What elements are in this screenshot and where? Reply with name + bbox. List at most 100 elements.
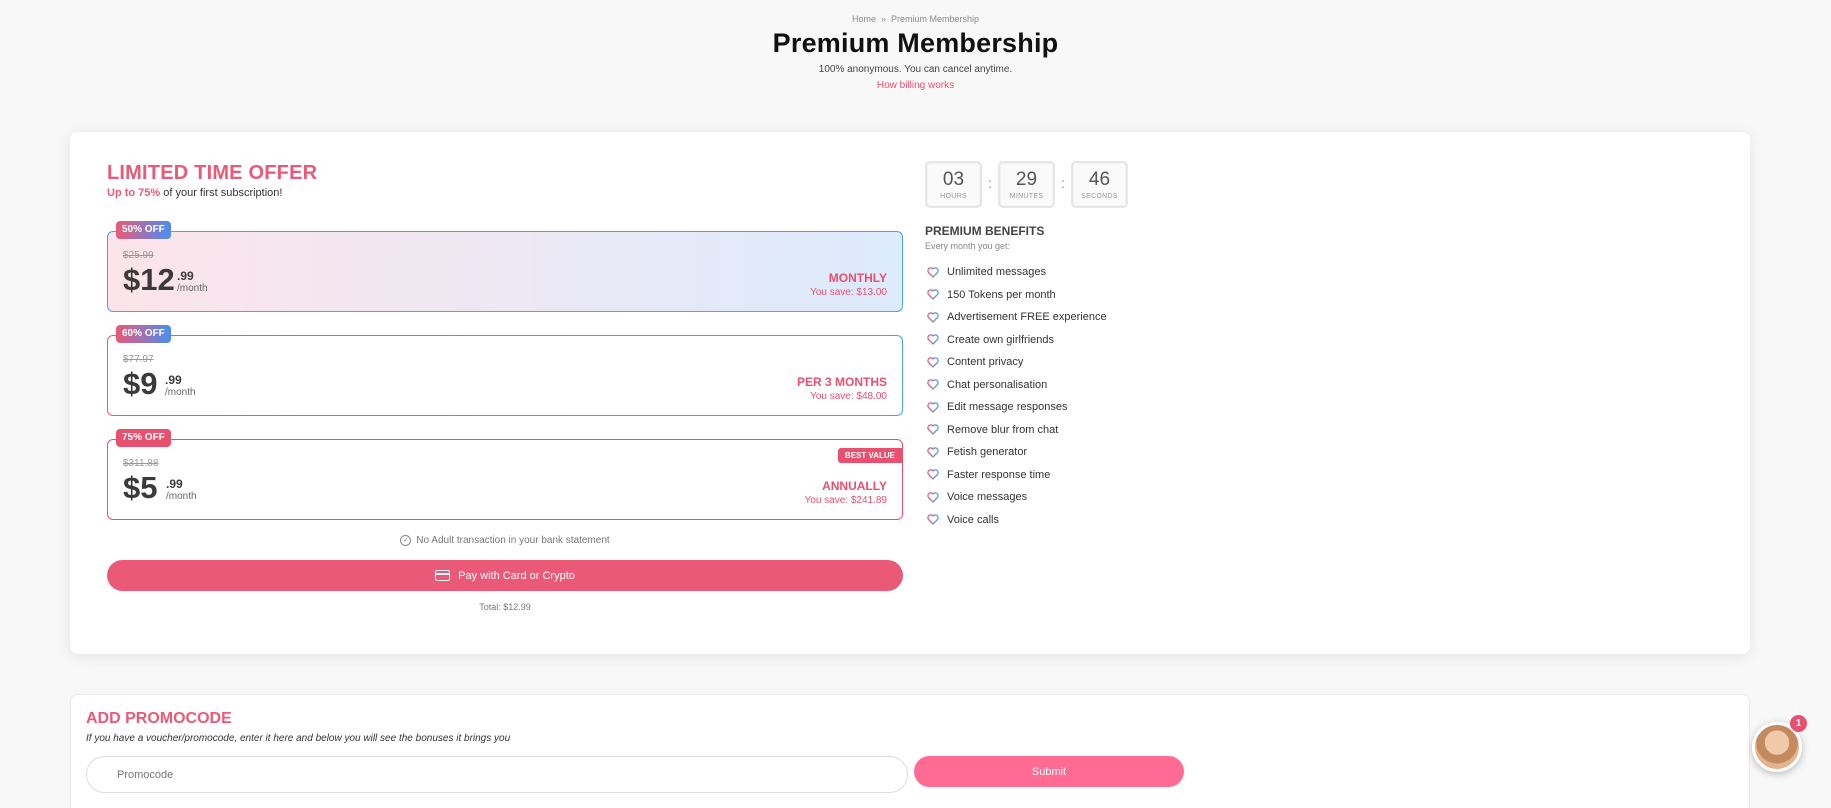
- timer-separator: :: [1061, 174, 1065, 191]
- benefit-label: Faster response time: [947, 468, 1051, 481]
- pay-button-label: Pay with Card or Crypto: [458, 569, 575, 582]
- heart-icon: [927, 267, 939, 278]
- heart-icon: [927, 289, 939, 300]
- plan-3-months[interactable]: 60% OFF $77.97 $9 .99 /month PER 3 MONTH…: [107, 325, 903, 416]
- plan-monthly[interactable]: 50% OFF $25.99 $12 .99 /month MONTHLY Yo…: [107, 221, 903, 312]
- benefit-item: Advertisement FREE experience: [927, 306, 1107, 329]
- benefit-item: Voice calls: [927, 509, 1107, 532]
- old-price: $77.97: [123, 354, 154, 365]
- price-unit: /month: [165, 387, 196, 398]
- discount-badge: 60% OFF: [116, 325, 171, 343]
- benefit-label: Remove blur from chat: [947, 423, 1059, 436]
- heart-icon: [927, 469, 939, 480]
- page-header: Home » Premium Membership Premium Member…: [0, 14, 1831, 93]
- benefit-label: Voice messages: [947, 491, 1028, 504]
- old-price: $311.88: [123, 458, 159, 469]
- benefit-item: Fetish generator: [927, 441, 1107, 464]
- offer-subtitle: Up to 75% of your first subscription!: [107, 187, 282, 199]
- benefit-label: 150 Tokens per month: [947, 288, 1056, 301]
- timer-hours-label: HOURS: [940, 193, 967, 200]
- breadcrumb-home[interactable]: Home: [852, 14, 876, 24]
- plan-savings: You save: $241.89: [804, 495, 887, 506]
- benefit-item: 150 Tokens per month: [927, 284, 1107, 307]
- benefit-item: Voice messages: [927, 486, 1107, 509]
- benefit-label: Content privacy: [947, 356, 1024, 369]
- price-unit: /month: [166, 491, 197, 502]
- benefit-item: Edit message responses: [927, 396, 1107, 419]
- price-cents: .99: [177, 269, 194, 283]
- submit-button[interactable]: Submit: [914, 756, 1184, 787]
- page-title: Premium Membership: [772, 28, 1059, 58]
- check-circle-icon: ✓: [400, 535, 412, 546]
- discount-badge: 75% OFF: [116, 429, 171, 447]
- benefit-label: Chat personalisation: [947, 378, 1048, 391]
- benefits-subtitle: Every month you get:: [925, 241, 1011, 251]
- pricing-card: LIMITED TIME OFFER Up to 75% of your fir…: [70, 132, 1750, 654]
- timer-minutes-label: MINUTES: [1009, 193, 1044, 200]
- promocode-card: ADD PROMOCODE If you have a voucher/prom…: [70, 694, 1750, 808]
- price-dollars: $12: [123, 262, 175, 297]
- heart-icon: [927, 334, 939, 345]
- price-cents: .99: [165, 373, 182, 387]
- benefit-item: Content privacy: [927, 351, 1107, 374]
- benefit-label: Voice calls: [947, 513, 999, 526]
- breadcrumb: Home » Premium Membership: [0, 14, 1831, 24]
- how-billing-works-link[interactable]: How billing works: [877, 80, 954, 91]
- benefit-label: Advertisement FREE experience: [947, 311, 1107, 324]
- plan-name: ANNUALLY: [822, 479, 887, 493]
- heart-icon: [927, 447, 939, 458]
- benefit-label: Fetish generator: [947, 446, 1028, 459]
- benefit-label: Edit message responses: [947, 401, 1068, 414]
- timer-seconds-value: 46: [1088, 169, 1111, 190]
- promocode-input[interactable]: [86, 756, 908, 793]
- heart-icon: [927, 312, 939, 323]
- plan-savings: You save: $13.00: [810, 287, 887, 298]
- benefit-label: Unlimited messages: [947, 266, 1047, 279]
- benefit-label: Create own girlfriends: [947, 333, 1054, 346]
- benefits-title: PREMIUM BENEFITS: [925, 224, 1045, 238]
- heart-icon: [927, 424, 939, 435]
- benefit-item: Create own girlfriends: [927, 329, 1107, 352]
- heart-icon: [927, 379, 939, 390]
- promocode-subtitle: If you have a voucher/promocode, enter i…: [86, 733, 511, 744]
- total-amount: Total: $12.99: [479, 602, 531, 612]
- plan-name: MONTHLY: [828, 271, 887, 285]
- chat-notification-badge: 1: [1790, 715, 1807, 732]
- benefit-item: Unlimited messages: [927, 261, 1107, 284]
- discount-badge: 50% OFF: [116, 221, 171, 239]
- plan-annually[interactable]: 75% OFF BEST VALUE $311.88 $5 .99 /month…: [107, 429, 903, 520]
- plan-savings: You save: $48.00: [810, 391, 887, 402]
- timer-hours: 03 HOURS: [925, 161, 982, 208]
- pay-button[interactable]: Pay with Card or Crypto: [107, 560, 903, 591]
- timer-minutes: 29 MINUTES: [998, 161, 1055, 208]
- offer-subtitle-text: of your first subscription!: [160, 187, 283, 199]
- price-unit: /month: [177, 283, 208, 294]
- timer-seconds: 46 SECONDS: [1071, 161, 1128, 208]
- best-value-tag: BEST VALUE: [837, 448, 902, 463]
- benefit-item: Chat personalisation: [927, 374, 1107, 397]
- no-adult-text: No Adult transaction in your bank statem…: [416, 535, 610, 546]
- heart-icon: [927, 402, 939, 413]
- promocode-title: ADD PROMOCODE: [86, 710, 232, 727]
- benefit-item: Remove blur from chat: [927, 419, 1107, 442]
- heart-icon: [927, 492, 939, 503]
- breadcrumb-current: Premium Membership: [891, 14, 980, 24]
- offer-title: LIMITED TIME OFFER: [107, 162, 318, 184]
- benefit-item: Faster response time: [927, 464, 1107, 487]
- credit-card-icon: [435, 570, 451, 581]
- offer-highlight: Up to 75%: [107, 187, 161, 199]
- heart-icon: [927, 514, 939, 525]
- timer-minutes-value: 29: [1015, 169, 1038, 190]
- price-dollars: $5: [123, 470, 158, 505]
- no-adult-notice: ✓ No Adult transaction in your bank stat…: [107, 535, 903, 546]
- page-subtitle: 100% anonymous. You can cancel anytime.: [818, 64, 1013, 75]
- price-cents: .99: [166, 477, 183, 491]
- timer-seconds-label: SECONDS: [1081, 193, 1118, 200]
- timer-hours-value: 03: [942, 169, 965, 190]
- countdown-timer: 03 HOURS : 29 MINUTES : 46 SECONDS: [925, 161, 1128, 208]
- timer-separator: :: [988, 174, 992, 191]
- breadcrumb-separator: »: [880, 14, 886, 24]
- plan-name: PER 3 MONTHS: [796, 375, 887, 389]
- benefits-list: Unlimited messages 150 Tokens per month Ad…: [927, 261, 1107, 531]
- heart-icon: [927, 357, 939, 368]
